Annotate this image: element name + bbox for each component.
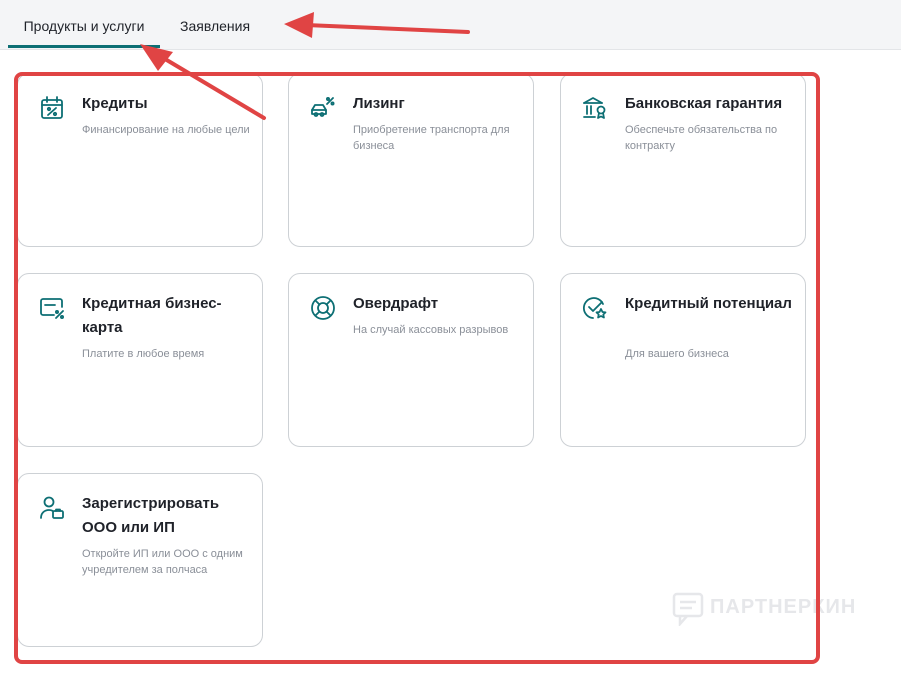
card-title: Кредитный потенциал (625, 295, 792, 312)
watermark-text: ПАРТНЕРКИН (710, 596, 857, 618)
product-card-register-company[interactable]: Зарегистрировать ООО или ИП Откройте ИП … (17, 473, 263, 647)
card-title: Овердрафт (353, 295, 439, 312)
card-title: Лизинг (353, 95, 405, 112)
tab-bar: Продукты и услуги Заявления (0, 0, 901, 50)
tab-products-services[interactable]: Продукты и услуги (8, 0, 160, 49)
car-percent-icon (311, 97, 335, 117)
check-star-icon (582, 297, 607, 319)
tab-applications[interactable]: Заявления (180, 0, 250, 49)
active-tab-indicator (8, 45, 160, 48)
card-percent-icon (40, 298, 64, 319)
card-description: Платите в любое время (82, 348, 205, 360)
chat-bubble-icon (672, 592, 704, 626)
product-card-business-credit-card[interactable]: Кредитная бизнес-карта Платите в любое в… (17, 273, 263, 447)
card-title: Банковская гарантия (625, 95, 783, 112)
card-title: Кредиты (82, 95, 148, 112)
card-title: Зарегистрировать ООО или ИП (82, 495, 220, 536)
card-description: Обеспечьте обязательства по контракту (625, 124, 778, 152)
calendar-percent-icon (41, 96, 63, 119)
product-card-bank-guarantee[interactable]: Банковская гарантия Обеспечьте обязатель… (560, 73, 806, 247)
product-card-credit-potential[interactable]: Кредитный потенциал Для вашего бизнеса (560, 273, 806, 447)
card-title: Кредитная бизнес-карта (82, 295, 222, 336)
card-description: Приобретение транспорта для бизнеса (353, 124, 510, 152)
product-card-overdraft[interactable]: Овердрафт На случай кассовых разрывов (288, 273, 534, 447)
bank-medal-icon (583, 97, 606, 119)
product-card-leasing[interactable]: Лизинг Приобретение транспорта для бизне… (288, 73, 534, 247)
card-description: Для вашего бизнеса (625, 348, 729, 360)
product-card-credits[interactable]: Кредиты Финансирование на любые цели (17, 73, 263, 247)
card-description: Откройте ИП или ООО с одним учредителем … (82, 548, 243, 576)
card-description: Финансирование на любые цели (82, 124, 250, 136)
user-briefcase-icon (40, 496, 64, 519)
lifebuoy-icon (311, 296, 335, 320)
card-description: На случай кассовых разрывов (353, 324, 509, 336)
